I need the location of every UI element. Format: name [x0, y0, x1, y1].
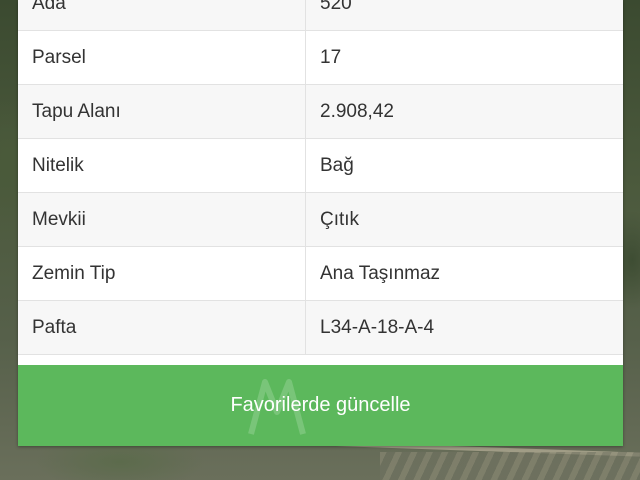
table-row-parsel: Parsel 17: [18, 31, 623, 85]
table-row-tapu-alani: Tapu Alanı 2.908,42: [18, 85, 623, 139]
row-label: Pafta: [18, 301, 306, 354]
row-value: 17: [320, 46, 342, 68]
row-value: Çıtık: [320, 208, 360, 230]
row-label: Mevkii: [18, 193, 306, 246]
table-row-ada: Ada 520: [18, 0, 623, 31]
row-value: 520: [320, 0, 352, 14]
row-value: 2.908,42: [320, 100, 394, 122]
row-label: Parsel: [18, 31, 306, 84]
parcel-info-card: Ada 520 Parsel 17 Tapu Alanı 2.908,42 Ni…: [18, 0, 623, 446]
table-row-pafta: Pafta L34-A-18-A-4: [18, 301, 623, 355]
update-favorites-button[interactable]: Favorilerde güncelle: [18, 365, 623, 446]
parcel-details-table: Ada 520 Parsel 17 Tapu Alanı 2.908,42 Ni…: [18, 0, 623, 355]
row-label: Nitelik: [18, 139, 306, 192]
map-field-strip: [380, 452, 640, 480]
table-row-mevkii: Mevkii Çıtık: [18, 193, 623, 247]
table-row-nitelik: Nitelik Bağ: [18, 139, 623, 193]
row-label: Ada: [18, 0, 306, 30]
row-label: Tapu Alanı: [18, 85, 306, 138]
table-row-zemin-tip: Zemin Tip Ana Taşınmaz: [18, 247, 623, 301]
row-value: L34-A-18-A-4: [320, 316, 435, 338]
row-label: Zemin Tip: [18, 247, 306, 300]
row-value: Ana Taşınmaz: [320, 262, 441, 284]
row-value: Bağ: [320, 154, 354, 176]
